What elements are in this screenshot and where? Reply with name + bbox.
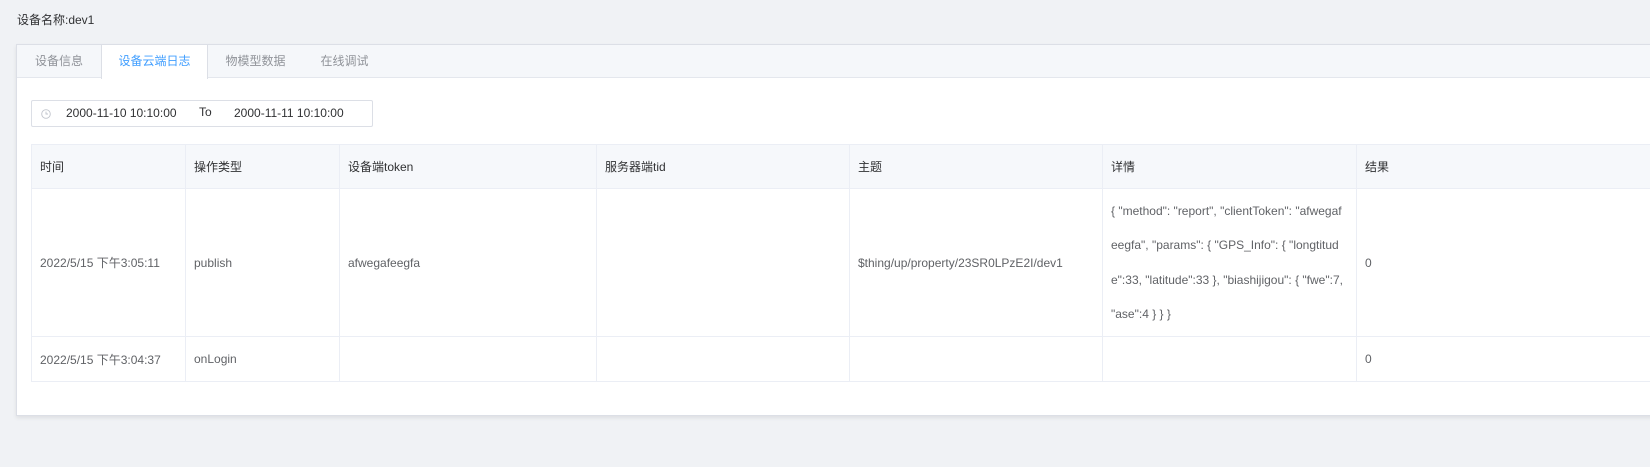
tab-cloud-log[interactable]: 设备云端日志	[101, 45, 208, 79]
end-date-input[interactable]: 2000-11-11 10:10:00	[234, 101, 344, 126]
cell-token: afwegafeegfa	[339, 188, 597, 337]
table-header-row: 时间 操作类型 设备端token 服务器端tid 主题 详情 结果	[31, 144, 1650, 189]
cell-topic	[849, 336, 1103, 382]
column-header-detail[interactable]: 详情	[1102, 144, 1357, 189]
table-row[interactable]: 2022/5/15 下午3:04:37 onLogin 0	[31, 336, 1650, 382]
cell-token	[339, 336, 597, 382]
cell-detail: { "method": "report", "clientToken": "af…	[1102, 188, 1357, 337]
cell-result: 0	[1356, 188, 1650, 337]
page-title: 设备名称:dev1	[17, 13, 95, 27]
column-header-token[interactable]: 设备端token	[339, 144, 597, 189]
cell-tid	[596, 188, 850, 337]
tab-bar: 设备信息 设备云端日志 物模型数据 在线调试	[17, 45, 1650, 79]
cell-type: onLogin	[185, 336, 340, 382]
cloud-log-table: 时间 操作类型 设备端token 服务器端tid 主题 详情 结果 2022/5…	[31, 144, 1650, 382]
cell-time: 2022/5/15 下午3:04:37	[31, 336, 186, 382]
column-header-result[interactable]: 结果	[1356, 144, 1650, 189]
tab-thing-model-data[interactable]: 物模型数据	[208, 45, 303, 78]
date-range-separator: To	[199, 105, 212, 119]
start-date-input[interactable]: 2000-11-10 10:10:00	[66, 101, 177, 126]
cell-result: 0	[1356, 336, 1650, 382]
cell-time: 2022/5/15 下午3:05:11	[31, 188, 186, 337]
cell-detail	[1102, 336, 1357, 382]
column-header-type[interactable]: 操作类型	[185, 144, 340, 189]
cell-type: publish	[185, 188, 340, 337]
column-header-topic[interactable]: 主题	[849, 144, 1103, 189]
column-header-time[interactable]: 时间	[31, 144, 186, 189]
tab-online-debug[interactable]: 在线调试	[303, 45, 386, 78]
device-panel: 设备信息 设备云端日志 物模型数据 在线调试 2000-11-10 10:10:…	[16, 44, 1650, 416]
cell-tid	[596, 336, 850, 382]
tab-device-info[interactable]: 设备信息	[17, 45, 101, 78]
table-row[interactable]: 2022/5/15 下午3:05:11 publish afwegafeegfa…	[31, 188, 1650, 337]
cell-topic: $thing/up/property/23SR0LPzE2I/dev1	[849, 188, 1103, 337]
clock-icon	[41, 109, 51, 119]
date-range-picker[interactable]: 2000-11-10 10:10:00 To 2000-11-11 10:10:…	[31, 100, 373, 127]
column-header-tid[interactable]: 服务器端tid	[596, 144, 850, 189]
